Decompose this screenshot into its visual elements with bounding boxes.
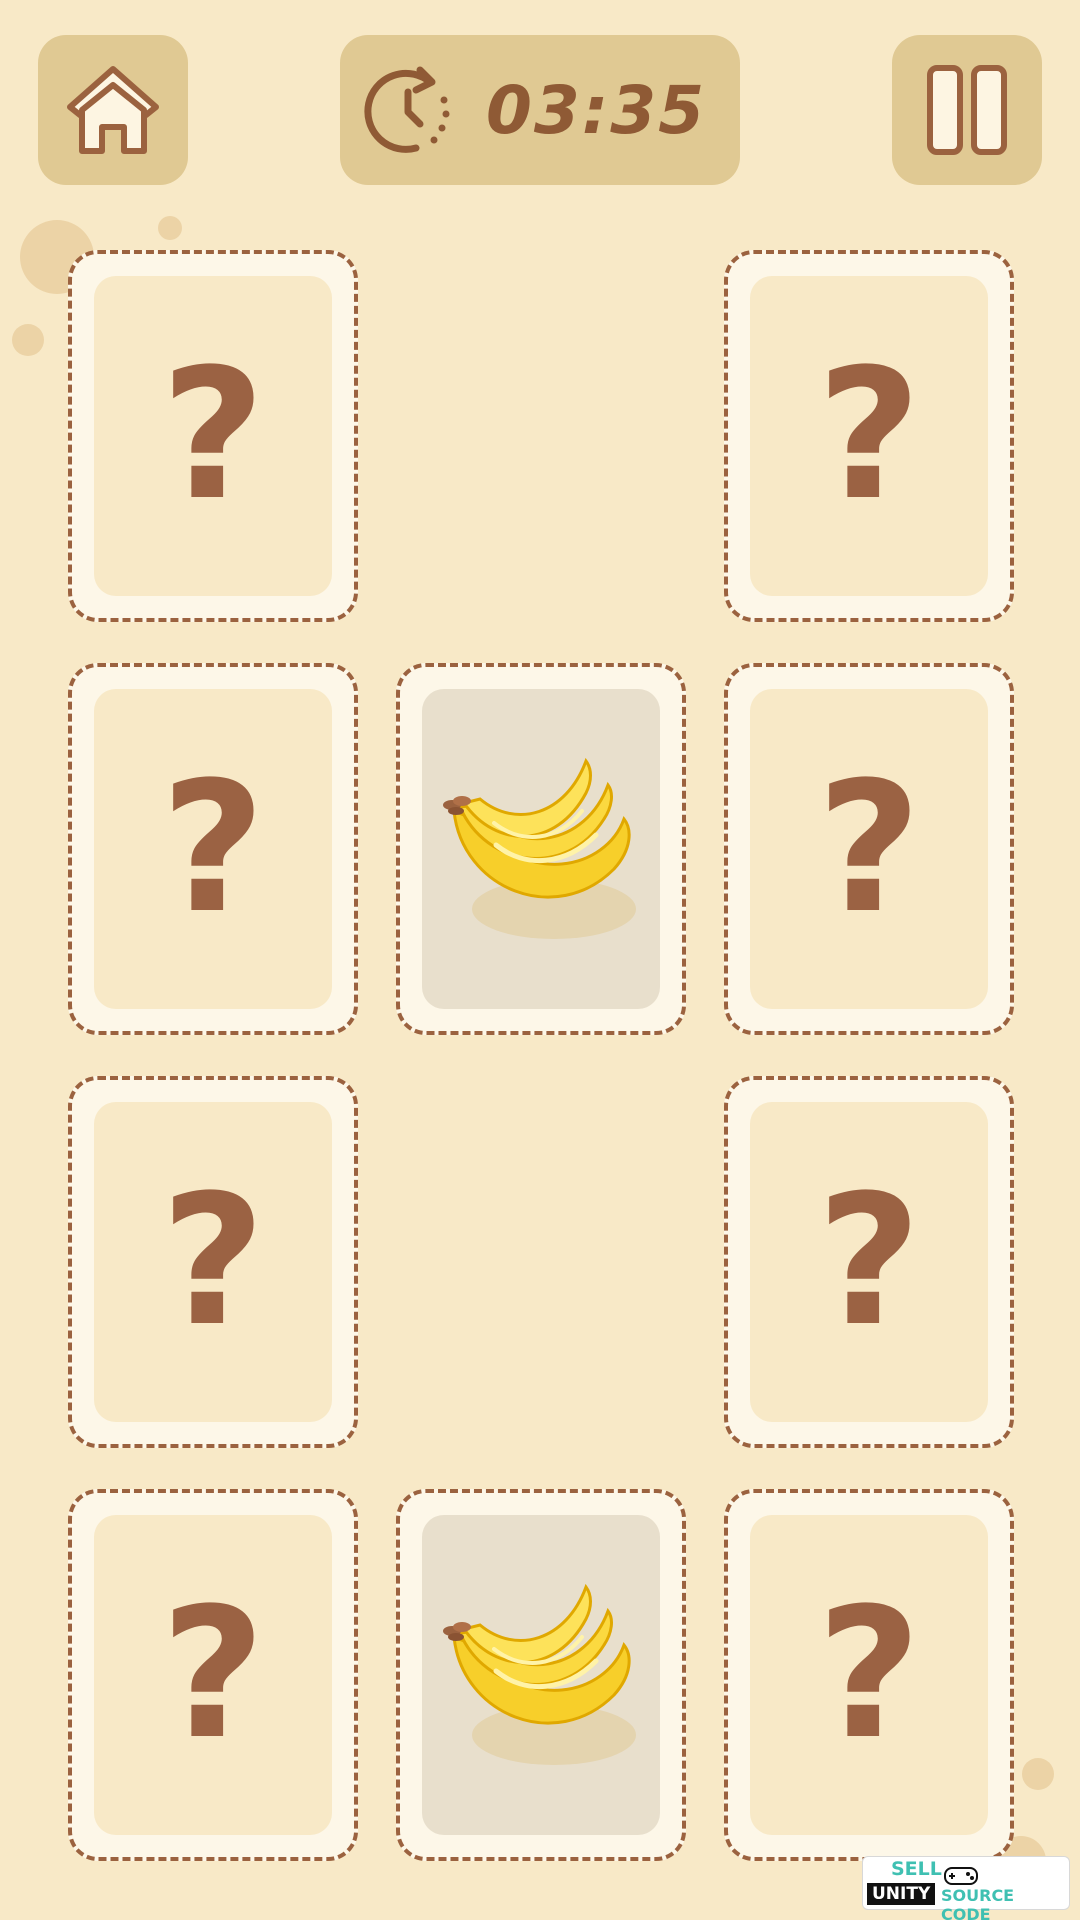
question-mark-icon: ? bbox=[160, 1570, 266, 1779]
pause-icon bbox=[927, 65, 1007, 155]
timer-value: 03:35 bbox=[486, 71, 707, 149]
watermark-logo: SELL UNITY SOURCE CODE bbox=[862, 1856, 1070, 1920]
card-frame: ? bbox=[724, 1489, 1014, 1861]
card-hidden[interactable]: ? bbox=[724, 1076, 1014, 1448]
card-frame: ? bbox=[68, 663, 358, 1035]
card-hidden[interactable]: ? bbox=[68, 250, 358, 622]
watermark-source-code: SOURCE CODE bbox=[941, 1886, 1015, 1920]
card-face: ? bbox=[750, 276, 988, 596]
card-frame: ? bbox=[724, 663, 1014, 1035]
banana-icon bbox=[443, 757, 636, 939]
card-revealed[interactable] bbox=[396, 663, 686, 1035]
card-hidden[interactable]: ? bbox=[724, 1489, 1014, 1861]
card-face: ? bbox=[94, 276, 332, 596]
question-mark-icon: ? bbox=[816, 1570, 922, 1779]
question-mark-icon: ? bbox=[816, 331, 922, 540]
card-hidden[interactable]: ? bbox=[724, 250, 1014, 622]
card-hidden[interactable]: ? bbox=[68, 1489, 358, 1861]
card-face bbox=[422, 1515, 660, 1835]
card-frame: ? bbox=[68, 1489, 358, 1861]
question-mark-icon: ? bbox=[816, 744, 922, 953]
card-hidden[interactable]: ? bbox=[68, 663, 358, 1035]
question-mark-icon: ? bbox=[160, 331, 266, 540]
watermark-unity: UNITY bbox=[867, 1883, 936, 1905]
watermark-sell: SELL bbox=[891, 1858, 942, 1880]
card-face: ? bbox=[94, 689, 332, 1009]
card-frame: ? bbox=[68, 250, 358, 622]
card-frame: ? bbox=[68, 1076, 358, 1448]
timer-clock-icon bbox=[364, 66, 450, 153]
question-mark-icon: ? bbox=[816, 1157, 922, 1366]
timer-display: 03:35 bbox=[340, 35, 740, 185]
card-revealed[interactable] bbox=[396, 1489, 686, 1861]
card-face: ? bbox=[750, 1102, 988, 1422]
card-face: ? bbox=[94, 1515, 332, 1835]
home-button[interactable] bbox=[38, 35, 188, 185]
card-face: ? bbox=[750, 689, 988, 1009]
card-face: ? bbox=[94, 1102, 332, 1422]
card-face bbox=[422, 689, 660, 1009]
background-dot bbox=[1022, 1758, 1054, 1790]
background-dot bbox=[12, 324, 44, 356]
background-dot bbox=[158, 216, 182, 240]
home-icon bbox=[67, 66, 159, 154]
card-frame bbox=[396, 1489, 686, 1861]
card-frame: ? bbox=[724, 1076, 1014, 1448]
question-mark-icon: ? bbox=[160, 1157, 266, 1366]
gamepad-icon bbox=[944, 1867, 978, 1885]
card-hidden[interactable]: ? bbox=[68, 1076, 358, 1448]
pause-button[interactable] bbox=[892, 35, 1042, 185]
banana-icon bbox=[443, 1583, 636, 1765]
card-hidden[interactable]: ? bbox=[724, 663, 1014, 1035]
card-frame bbox=[396, 663, 686, 1035]
question-mark-icon: ? bbox=[160, 744, 266, 953]
card-frame: ? bbox=[724, 250, 1014, 622]
card-face: ? bbox=[750, 1515, 988, 1835]
